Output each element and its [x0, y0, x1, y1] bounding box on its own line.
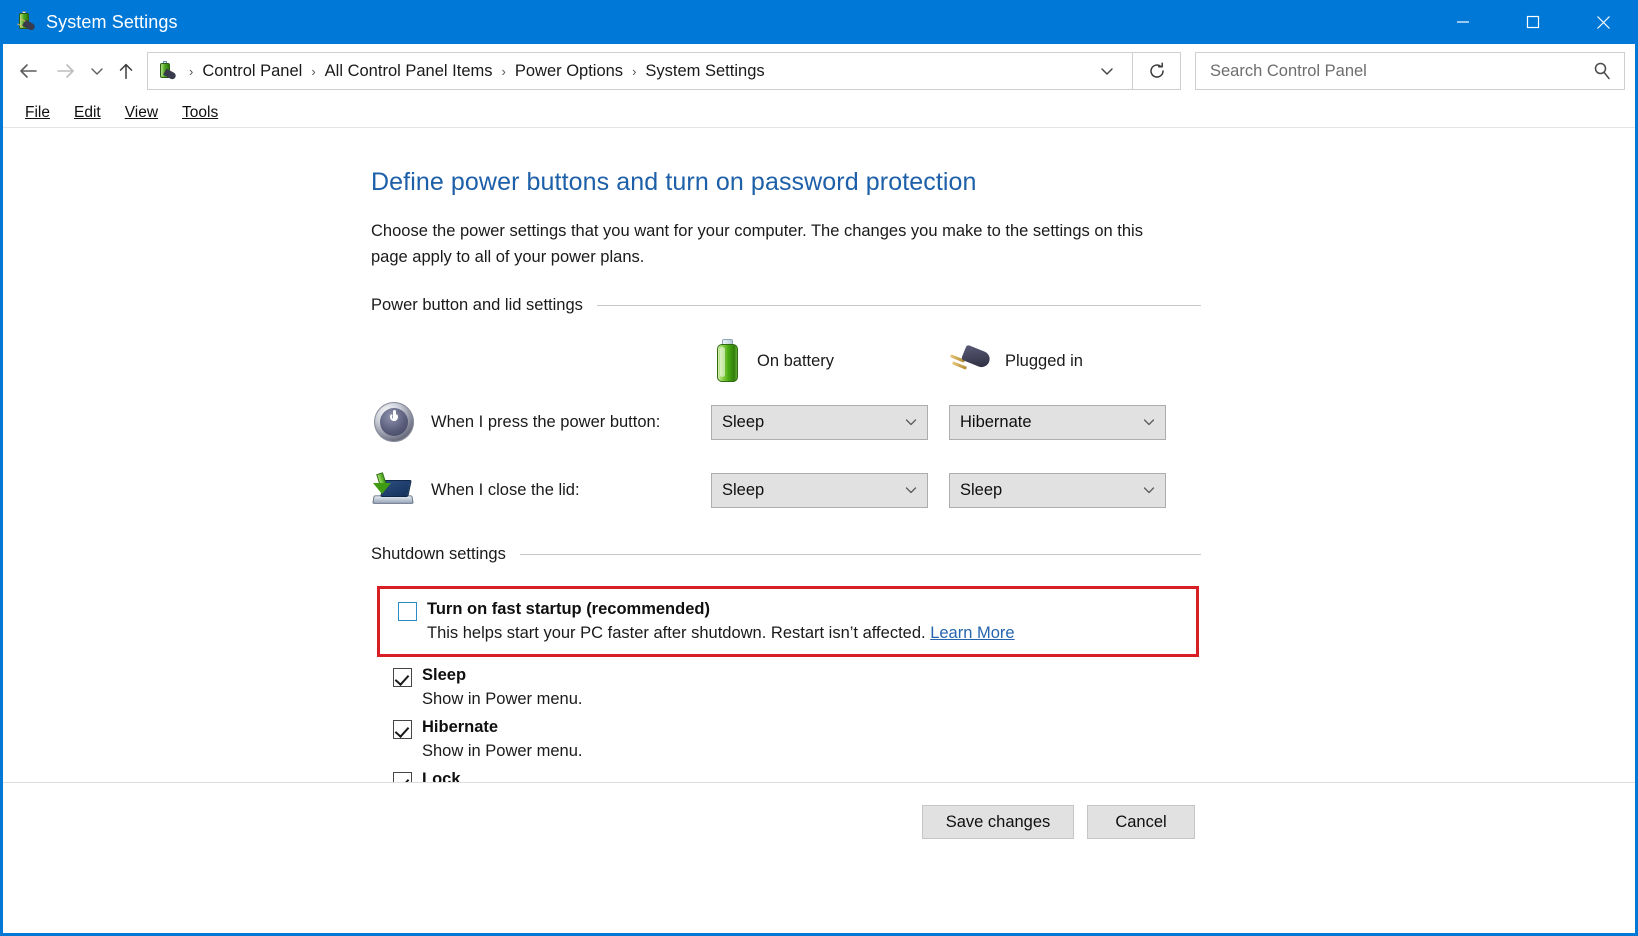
menu-item-view-label: View — [125, 104, 158, 121]
hibernate-checkbox[interactable] — [393, 720, 412, 739]
chevron-down-icon — [903, 414, 919, 430]
fast-startup-description-text: This helps start your PC faster after sh… — [427, 624, 926, 642]
breadcrumb-item-system-settings[interactable]: System Settings — [641, 60, 768, 83]
breadcrumb-item-power-options[interactable]: Power Options — [511, 60, 627, 83]
chevron-down-icon — [903, 482, 919, 498]
cancel-button[interactable]: Cancel — [1087, 805, 1195, 839]
content-area: Define power buttons and turn on passwor… — [3, 128, 1635, 872]
chevron-down-icon — [1141, 482, 1157, 498]
minimize-icon[interactable] — [1428, 0, 1498, 44]
address-bar: › Control Panel › All Control Panel Item… — [3, 44, 1635, 98]
page-title: Define power buttons and turn on passwor… — [371, 168, 1201, 197]
sleep-row[interactable]: Sleep — [393, 666, 1201, 687]
close-icon[interactable] — [1568, 0, 1638, 44]
forward-arrow-icon[interactable] — [47, 53, 83, 89]
menu-item-edit-label: Edit — [74, 104, 101, 121]
power-source-column-headers: On battery Plugged in — [711, 337, 1201, 385]
menu-item-file-label: File — [25, 104, 50, 121]
close-lid-on-battery-value: Sleep — [722, 481, 903, 500]
group-divider — [597, 305, 1201, 306]
battery-icon — [711, 339, 745, 383]
sleep-option-block: Sleep Show in Power menu. — [393, 666, 1201, 709]
close-lid-setting-row: When I close the lid: Sleep Sleep — [371, 465, 1201, 515]
title-bar: System Settings — [0, 0, 1638, 44]
power-button-plugged-in-select[interactable]: Hibernate — [949, 405, 1166, 440]
breadcrumb-item-all-control-panel-items[interactable]: All Control Panel Items — [321, 60, 497, 83]
window-title: System Settings — [46, 12, 178, 33]
back-arrow-icon[interactable] — [11, 53, 47, 89]
power-button-icon — [371, 399, 417, 445]
breadcrumb-separator: › — [497, 64, 511, 79]
chevron-down-icon — [1141, 414, 1157, 430]
sleep-label: Sleep — [422, 666, 466, 685]
column-plugged-in: Plugged in — [949, 343, 1187, 379]
breadcrumb-separator: › — [184, 64, 198, 79]
up-arrow-icon[interactable] — [111, 53, 141, 89]
power-button-on-battery-value: Sleep — [722, 413, 903, 432]
search-placeholder: Search Control Panel — [1210, 62, 1592, 81]
column-on-battery: On battery — [711, 339, 949, 383]
breadcrumb-separator: › — [306, 64, 320, 79]
search-icon[interactable] — [1592, 61, 1612, 81]
recent-locations-icon[interactable] — [83, 53, 111, 89]
column-on-battery-label: On battery — [757, 352, 834, 371]
power-options-icon — [14, 11, 36, 33]
maximize-icon[interactable] — [1498, 0, 1568, 44]
breadcrumb-separator: › — [627, 64, 641, 79]
laptop-lid-icon — [371, 467, 417, 513]
learn-more-link[interactable]: Learn More — [930, 624, 1014, 642]
close-lid-setting-label: When I close the lid: — [431, 481, 711, 500]
page-description: Choose the power settings that you want … — [371, 219, 1183, 270]
power-plug-icon — [949, 343, 993, 379]
menu-bar: File Edit View Tools — [3, 98, 1635, 128]
breadcrumb-power-options-icon — [156, 60, 178, 82]
shutdown-group-header: Shutdown settings — [371, 545, 1201, 564]
fast-startup-label: Turn on fast startup (recommended) — [427, 600, 710, 619]
power-button-setting-label: When I press the power button: — [431, 413, 711, 432]
power-button-setting-row: When I press the power button: Sleep Hib… — [371, 397, 1201, 447]
search-input[interactable]: Search Control Panel — [1195, 52, 1625, 90]
close-lid-plugged-in-select[interactable]: Sleep — [949, 473, 1166, 508]
power-lid-group-label: Power button and lid settings — [371, 296, 597, 315]
window-controls — [1428, 0, 1638, 44]
shutdown-group-label: Shutdown settings — [371, 545, 520, 564]
hibernate-description: Show in Power menu. — [422, 742, 1201, 761]
menu-item-file[interactable]: File — [13, 102, 62, 124]
hibernate-row[interactable]: Hibernate — [393, 718, 1201, 739]
close-lid-on-battery-select[interactable]: Sleep — [711, 473, 928, 508]
power-lid-group-header: Power button and lid settings — [371, 296, 1201, 315]
save-changes-button[interactable]: Save changes — [922, 805, 1074, 839]
power-button-plugged-in-value: Hibernate — [960, 413, 1141, 432]
menu-item-view[interactable]: View — [113, 102, 170, 124]
menu-item-edit[interactable]: Edit — [62, 102, 113, 124]
fast-startup-highlight-box: Turn on fast startup (recommended) This … — [377, 586, 1199, 657]
group-divider — [520, 554, 1201, 555]
fast-startup-description: This helps start your PC faster after sh… — [427, 624, 1186, 643]
sleep-checkbox[interactable] — [393, 668, 412, 687]
refresh-icon[interactable] — [1133, 52, 1181, 90]
column-plugged-in-label: Plugged in — [1005, 352, 1083, 371]
chevron-down-icon[interactable] — [1088, 62, 1126, 80]
breadcrumb-item-control-panel[interactable]: Control Panel — [198, 60, 306, 83]
system-settings-window: System Settings — [0, 0, 1638, 936]
dialog-footer: Save changes Cancel — [3, 782, 1635, 872]
breadcrumb[interactable]: › Control Panel › All Control Panel Item… — [147, 52, 1133, 90]
sleep-description: Show in Power menu. — [422, 690, 1201, 709]
menu-item-tools-label: Tools — [182, 104, 218, 121]
hibernate-option-block: Hibernate Show in Power menu. — [393, 718, 1201, 761]
hibernate-label: Hibernate — [422, 718, 498, 737]
close-lid-plugged-in-value: Sleep — [960, 481, 1141, 500]
fast-startup-row[interactable]: Turn on fast startup (recommended) — [398, 600, 1186, 621]
fast-startup-checkbox[interactable] — [398, 602, 417, 621]
menu-item-tools[interactable]: Tools — [170, 102, 230, 124]
power-button-on-battery-select[interactable]: Sleep — [711, 405, 928, 440]
